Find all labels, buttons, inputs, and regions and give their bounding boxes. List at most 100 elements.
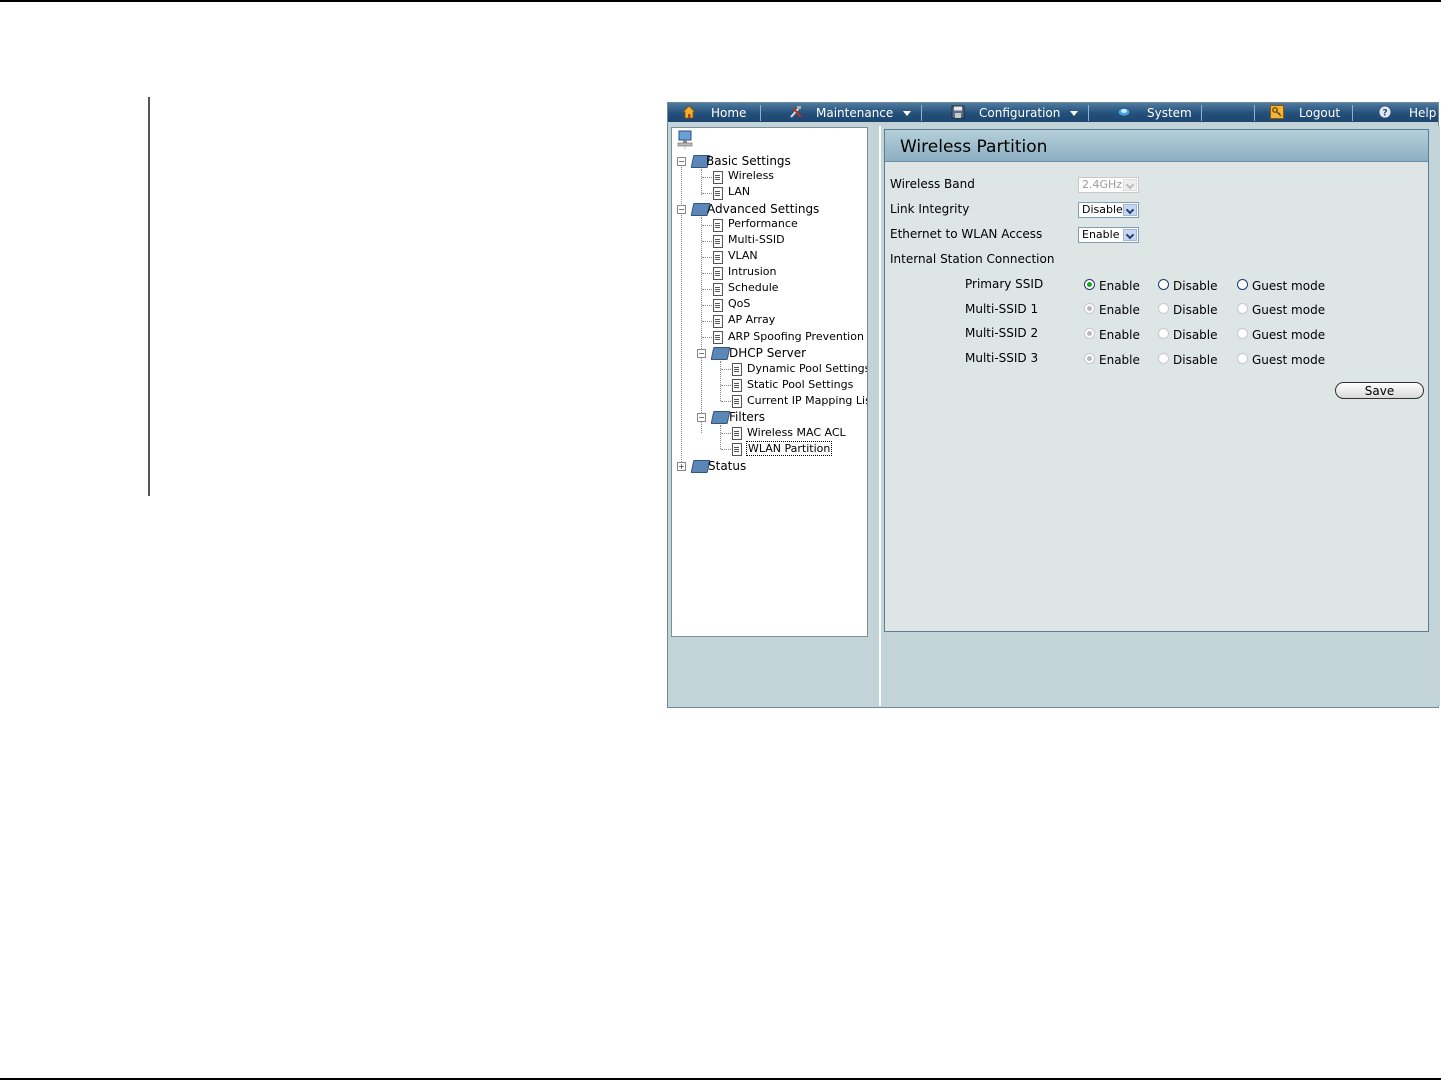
key-icon: [1270, 105, 1284, 119]
ethernet-wlan-select[interactable]: Enable: [1078, 227, 1139, 243]
tree-wlan-partition[interactable]: WLAN Partition: [746, 441, 833, 457]
save-button[interactable]: Save: [1335, 382, 1424, 399]
tree-static-pool[interactable]: Static Pool Settings: [747, 377, 853, 393]
tree-multi-ssid[interactable]: Multi-SSID: [728, 232, 785, 248]
tree-basic-settings[interactable]: Basic Settings: [706, 153, 791, 169]
page-icon: [732, 427, 742, 440]
primary-ssid-guest-label: Guest mode: [1252, 279, 1326, 293]
collapse-toggle[interactable]: −: [677, 205, 686, 214]
page-icon: [713, 187, 723, 200]
multi-ssid-1-enable-radio: [1084, 303, 1095, 314]
primary-ssid-guest-radio[interactable]: [1237, 279, 1248, 290]
page-title: Wireless Partition: [885, 130, 1428, 162]
multi-ssid-3-enable-label: Enable: [1099, 353, 1140, 367]
tree-wlan-partition-label: WLAN Partition: [746, 441, 833, 456]
tree-connector: [702, 241, 712, 242]
menu-separator: [1352, 105, 1353, 121]
tree-lan[interactable]: LAN: [728, 184, 750, 200]
multi-ssid-2-enable-label: Enable: [1099, 328, 1140, 342]
tree-performance[interactable]: Performance: [728, 216, 798, 232]
page-top-rule: [0, 0, 1441, 2]
link-integrity-select[interactable]: Disable: [1078, 202, 1139, 218]
tree-connector: [702, 273, 712, 274]
page-icon: [713, 331, 723, 344]
multi-ssid-3-guest-radio: [1237, 353, 1248, 364]
multi-ssid-3-enable-radio: [1084, 353, 1095, 364]
tree-connector: [721, 433, 731, 434]
primary-ssid-label: Primary SSID: [965, 277, 1044, 291]
tree-dynamic-pool[interactable]: Dynamic Pool Settings: [747, 361, 867, 377]
menu-separator: [760, 105, 761, 121]
tree-connector: [702, 305, 712, 306]
content-area: Wireless Partition Wireless Band 2.4GHz …: [879, 126, 1440, 706]
expand-toggle[interactable]: +: [677, 462, 686, 471]
primary-ssid-disable-radio[interactable]: [1158, 279, 1169, 290]
menu-system[interactable]: System: [1147, 103, 1192, 122]
page-icon: [713, 315, 723, 328]
tree-connector: [702, 193, 712, 194]
chevron-down-icon: [1123, 229, 1137, 241]
menu-help[interactable]: Help: [1409, 103, 1436, 122]
tree-ap-array[interactable]: AP Array: [728, 312, 775, 328]
system-icon: [1117, 107, 1131, 117]
ap-web-ui: Home Maintenance Configuration System Lo…: [667, 102, 1440, 708]
page-icon: [732, 379, 742, 392]
chevron-down-icon: [1070, 111, 1079, 116]
wireless-band-value: 2.4GHz: [1082, 178, 1123, 191]
tree-arp-spoofing[interactable]: ARP Spoofing Prevention: [728, 329, 864, 345]
menu-configuration[interactable]: Configuration: [979, 103, 1079, 122]
navigation-tree: − Basic Settings Wireless LAN − Advanced…: [671, 127, 868, 637]
tree-connector: [702, 177, 712, 178]
tree-dhcp-server[interactable]: DHCP Server: [729, 345, 806, 361]
page-icon: [732, 443, 742, 456]
tree-advanced-settings[interactable]: Advanced Settings: [707, 201, 819, 217]
tree-wireless[interactable]: Wireless: [728, 168, 774, 184]
primary-ssid-disable-label: Disable: [1173, 279, 1218, 293]
menu-home[interactable]: Home: [711, 103, 746, 122]
collapse-toggle[interactable]: −: [697, 413, 706, 422]
tree-ip-mapping[interactable]: Current IP Mapping List: [747, 393, 867, 409]
tree-connector: [721, 449, 731, 450]
multi-ssid-1-disable-radio: [1158, 303, 1169, 314]
ethernet-wlan-label: Ethernet to WLAN Access: [890, 227, 1043, 241]
internal-station-label: Internal Station Connection: [890, 252, 1055, 266]
tree-connector: [720, 425, 721, 449]
tree-qos[interactable]: QoS: [728, 296, 750, 312]
page-icon: [713, 251, 723, 264]
multi-ssid-2-disable-label: Disable: [1173, 328, 1218, 342]
tree-vlan[interactable]: VLAN: [728, 248, 758, 264]
tree-connector: [702, 321, 712, 322]
multi-ssid-2-disable-radio: [1158, 328, 1169, 339]
primary-ssid-enable-label: Enable: [1099, 279, 1140, 293]
folder-open-icon: [710, 347, 731, 360]
page-icon: [713, 299, 723, 312]
tree-connector: [702, 225, 712, 226]
menu-logout[interactable]: Logout: [1299, 103, 1340, 122]
tree-filters[interactable]: Filters: [729, 409, 765, 425]
folder-open-icon: [710, 411, 731, 424]
page-icon: [713, 219, 723, 232]
wireless-partition-panel: Wireless Partition Wireless Band 2.4GHz …: [884, 129, 1429, 632]
link-integrity-value: Disable: [1082, 203, 1123, 216]
tree-wireless-mac-acl[interactable]: Wireless MAC ACL: [747, 425, 846, 441]
page-icon: [732, 395, 742, 408]
home-icon: [682, 105, 696, 119]
tree-intrusion[interactable]: Intrusion: [728, 264, 777, 280]
multi-ssid-2-label: Multi-SSID 2: [965, 326, 1039, 340]
tree-status[interactable]: Status: [708, 458, 746, 474]
menu-separator: [921, 105, 922, 121]
tree-connector: [721, 369, 731, 370]
menu-maintenance[interactable]: Maintenance: [816, 103, 912, 122]
collapse-toggle[interactable]: −: [677, 157, 686, 166]
floppy-disk-icon: [951, 105, 965, 119]
multi-ssid-2-guest-radio: [1237, 328, 1248, 339]
multi-ssid-1-guest-radio: [1237, 303, 1248, 314]
tree-connector: [701, 169, 702, 195]
tree-schedule[interactable]: Schedule: [728, 280, 779, 296]
multi-ssid-1-disable-label: Disable: [1173, 303, 1218, 317]
primary-ssid-enable-radio[interactable]: [1084, 279, 1095, 290]
page-icon: [713, 283, 723, 296]
computer-icon: [677, 130, 693, 150]
menu-maintenance-label: Maintenance: [816, 106, 894, 120]
collapse-toggle[interactable]: −: [697, 349, 706, 358]
